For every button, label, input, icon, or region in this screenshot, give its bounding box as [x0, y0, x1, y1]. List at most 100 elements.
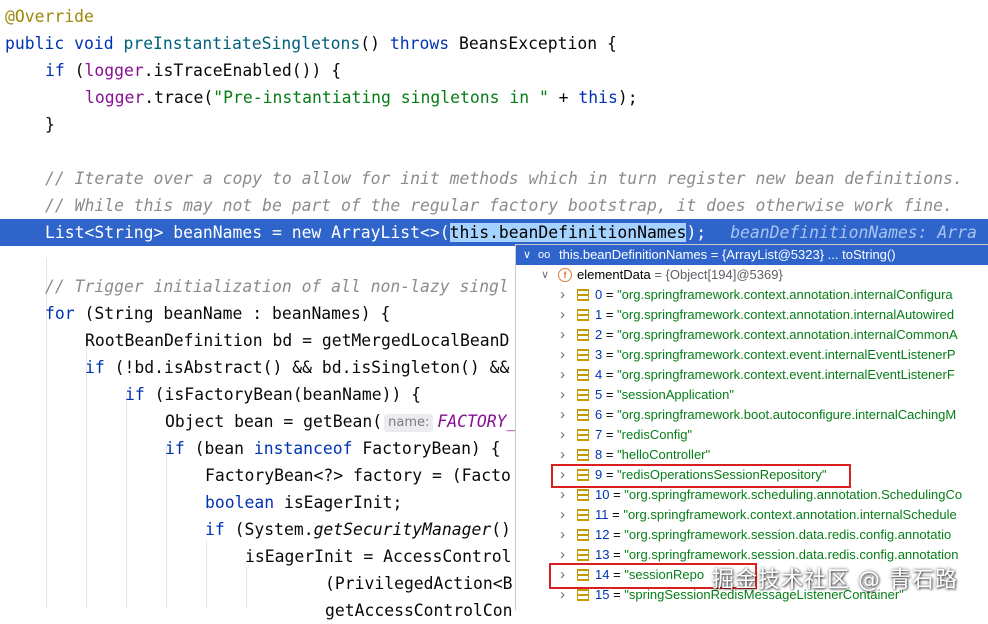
equals-sign: =: [602, 427, 618, 442]
code-text: (PrivilegedAction<B: [325, 574, 513, 593]
array-item-row[interactable]: › 10 = "org.springframework.scheduling.an…: [516, 485, 988, 505]
array-element-icon: [577, 389, 589, 401]
code-text: isEagerInit = AccessControl: [245, 547, 512, 566]
chevron-right-icon[interactable]: ›: [560, 505, 565, 525]
chevron-down-icon[interactable]: ∨: [541, 265, 549, 285]
array-item-text: 1 = "org.springframework.context.annotat…: [595, 305, 954, 325]
code-text: }: [45, 115, 55, 134]
array-item-text: 11 = "org.springframework.context.annota…: [595, 505, 957, 525]
keyword: if: [45, 61, 65, 80]
array-item-row[interactable]: › 2 = "org.springframework.context.annota…: [516, 325, 988, 345]
field: logger: [85, 88, 145, 107]
field-value: = {Object[194]@5369}: [650, 267, 783, 282]
chevron-right-icon[interactable]: ›: [560, 445, 565, 465]
code-line-5: }: [0, 111, 988, 138]
array-index: 10: [595, 487, 610, 502]
field-icon: f: [558, 268, 572, 282]
element-data-row[interactable]: ∨ f elementData = {Object[194]@5369}: [516, 265, 988, 285]
parameter-hint: name:: [384, 414, 434, 432]
code-text: FactoryBean) {: [352, 439, 501, 458]
array-index: 13: [595, 547, 610, 562]
chevron-right-icon[interactable]: ›: [560, 405, 565, 425]
array-item-row[interactable]: › 3 = "org.springframework.context.event.…: [516, 345, 988, 365]
chevron-right-icon[interactable]: ›: [560, 285, 565, 305]
code-text: (bean: [184, 439, 254, 458]
popup-header-row[interactable]: ∨ oo this.beanDefinitionNames = {ArrayLi…: [516, 245, 988, 265]
array-item-row[interactable]: › 7 = "redisConfig": [516, 425, 988, 445]
code-text: .isTraceEnabled()) {: [143, 61, 342, 80]
code-line-7: // Iterate over a copy to allow for init…: [0, 165, 988, 192]
code-text: BeansException {: [449, 34, 617, 53]
to-string-link[interactable]: toString(): [842, 247, 895, 262]
equals-sign: =: [602, 387, 618, 402]
array-item-row[interactable]: › 12 = "org.springframework.session.data.…: [516, 525, 988, 545]
annotation: @Override: [5, 7, 94, 26]
chevron-right-icon[interactable]: ›: [560, 385, 565, 405]
array-element-icon: [577, 489, 589, 501]
array-value: "org.springframework.context.annotation.…: [617, 287, 953, 302]
array-item-row[interactable]: › 5 = "sessionApplication": [516, 385, 988, 405]
keyword: if: [125, 385, 145, 404]
chevron-right-icon[interactable]: ›: [560, 525, 565, 545]
array-item-row[interactable]: › 6 = "org.springframework.boot.autoconfi…: [516, 405, 988, 425]
array-value: "org.springframework.context.annotation.…: [617, 327, 958, 342]
array-item-row[interactable]: › 1 = "org.springframework.context.annota…: [516, 305, 988, 325]
debug-value-popup[interactable]: ∨ oo this.beanDefinitionNames = {ArrayLi…: [515, 244, 988, 610]
popup-expression: this.beanDefinitionNames = {ArrayList@53…: [559, 245, 896, 265]
chevron-right-icon[interactable]: ›: [560, 485, 565, 505]
chevron-right-icon[interactable]: ›: [560, 425, 565, 445]
array-element-icon: [577, 289, 589, 301]
array-value: "sessionApplication": [617, 387, 734, 402]
equals-sign: =: [602, 287, 618, 302]
code-text: getAccessControlCon: [325, 601, 513, 620]
array-element-icon: [577, 349, 589, 361]
array-value: "org.springframework.context.event.inter…: [617, 367, 955, 382]
code-text: (String beanName : beanNames) {: [74, 304, 391, 323]
keyword: void: [74, 34, 114, 53]
array-item-row[interactable]: › 0 = "org.springframework.context.annota…: [516, 285, 988, 305]
array-item-text: 4 = "org.springframework.context.event.i…: [595, 365, 955, 385]
code-text: +: [548, 88, 579, 107]
array-value: "org.springframework.context.annotation.…: [623, 507, 957, 522]
array-item-text: 7 = "redisConfig": [595, 425, 692, 445]
array-element-icon: [577, 369, 589, 381]
code-text: .trace(: [144, 88, 214, 107]
equals-sign: =: [602, 367, 618, 382]
current-execution-line[interactable]: List<String> beanNames = new ArrayList<>…: [0, 219, 988, 246]
element-data-label: elementData = {Object[194]@5369}: [577, 265, 783, 285]
chevron-right-icon[interactable]: ›: [560, 545, 565, 565]
code-line-8: // While this may not be part of the reg…: [0, 192, 988, 219]
code-line-1: @Override: [0, 3, 988, 30]
expression-value: = {ArrayList@5323} ...: [707, 247, 843, 262]
selected-expression[interactable]: this.beanDefinitionNames: [449, 223, 687, 242]
chevron-right-icon[interactable]: ›: [560, 325, 565, 345]
array-index: 12: [595, 527, 610, 542]
comment: // Trigger initialization of all non-laz…: [45, 277, 509, 296]
chevron-down-icon[interactable]: ∨: [523, 245, 531, 265]
array-item-row[interactable]: › 11 = "org.springframework.context.annot…: [516, 505, 988, 525]
array-element-icon: [577, 549, 589, 561]
keyword: for: [45, 304, 75, 323]
chevron-right-icon[interactable]: ›: [560, 345, 565, 365]
expression-name: this.beanDefinitionNames: [559, 247, 708, 262]
comment: // Iterate over a copy to allow for init…: [45, 169, 963, 188]
array-item-row[interactable]: › 8 = "helloController": [516, 445, 988, 465]
code-line-4: logger.trace("Pre-instantiating singleto…: [0, 84, 988, 111]
field: logger: [84, 61, 144, 80]
watch-glasses-icon: oo: [538, 249, 551, 261]
keyword: this: [578, 88, 618, 107]
array-value: "org.springframework.session.data.redis.…: [624, 547, 959, 562]
array-value: "org.springframework.context.annotation.…: [617, 307, 955, 322]
array-item-text: 6 = "org.springframework.boot.autoconfig…: [595, 405, 956, 425]
chevron-right-icon[interactable]: ›: [560, 365, 565, 385]
code-line-3: if (logger.isTraceEnabled()) {: [0, 57, 988, 84]
array-value: "helloController": [617, 447, 711, 462]
code-text: RootBeanDefinition bd = getMergedLocalBe…: [85, 331, 510, 350]
code-text: (System.: [224, 520, 314, 539]
chevron-right-icon[interactable]: ›: [560, 305, 565, 325]
array-item-text: 0 = "org.springframework.context.annotat…: [595, 285, 953, 305]
string-literal: "Pre-instantiating singletons in ": [213, 88, 549, 107]
code-text: List<String> beanNames = new ArrayList<>…: [45, 223, 450, 242]
array-item-row[interactable]: › 4 = "org.springframework.context.event.…: [516, 365, 988, 385]
array-element-icon: [577, 329, 589, 341]
